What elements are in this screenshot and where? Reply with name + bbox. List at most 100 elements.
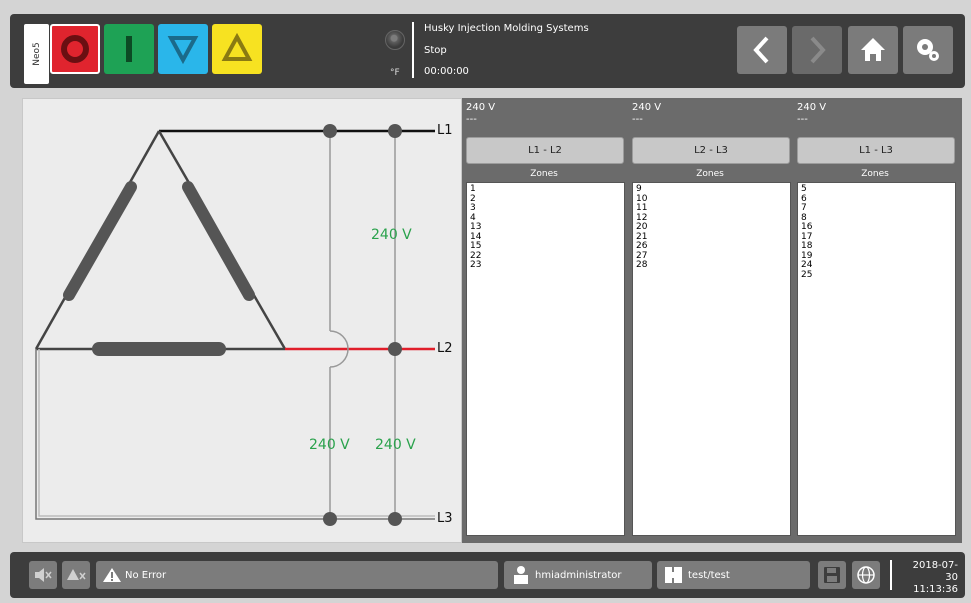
triangle-down-icon	[167, 36, 199, 65]
zone-item[interactable]: 12	[636, 213, 787, 224]
zone-item[interactable]: 26	[636, 241, 787, 252]
zones-label: Zones	[861, 169, 889, 179]
node-l2	[388, 342, 402, 356]
zones-list[interactable]: 9 10 11 12 20 21 26 27 28	[632, 182, 791, 536]
phase-button-l1-l3[interactable]: L1 - L3	[797, 137, 955, 164]
phase-header: 240 V ---	[628, 98, 792, 134]
zone-item[interactable]: 19	[801, 251, 952, 262]
machine-tab[interactable]: Neo5	[24, 24, 49, 84]
zones-list[interactable]: 5 6 7 8 16 17 18 19 24 25	[797, 182, 956, 536]
zone-item[interactable]: 28	[636, 260, 787, 271]
run-button[interactable]	[104, 24, 154, 74]
status-bar: No Error hmiadministrator test/test 2018…	[10, 552, 965, 598]
forward-button[interactable]	[792, 26, 842, 74]
user-icon	[514, 566, 528, 584]
datetime: 2018-07-30 11:13:36	[900, 560, 958, 596]
phase-voltage: 240 V	[632, 102, 662, 113]
zone-item[interactable]: 14	[470, 232, 621, 243]
phase-button-l2-l3[interactable]: L2 - L3	[632, 137, 790, 164]
zone-item[interactable]: 3	[470, 203, 621, 214]
zone-item[interactable]: 18	[801, 241, 952, 252]
zone-item[interactable]: 20	[636, 222, 787, 233]
phase-button-l1-l2[interactable]: L1 - L2	[466, 137, 624, 164]
zone-item[interactable]: 1	[470, 184, 621, 195]
globe-icon	[857, 566, 875, 584]
zone-item[interactable]: 23	[470, 260, 621, 271]
cycle-timer: 00:00:00	[424, 66, 469, 77]
zone-item[interactable]: 22	[470, 251, 621, 262]
temperature-indicator-icon	[385, 30, 405, 50]
zone-item[interactable]: 4	[470, 213, 621, 224]
top-bar: Neo5 °F Husky Injection Molding Systems …	[10, 14, 965, 88]
run-bar-icon	[126, 36, 132, 62]
node-l1-a	[323, 124, 337, 138]
down-button[interactable]	[158, 24, 208, 74]
phase-voltage: 240 V	[797, 102, 827, 113]
wiring-schematic	[34, 124, 435, 526]
zones-list[interactable]: 1 2 3 4 13 14 15 22 23	[466, 182, 625, 536]
phase-header: 240 V ---	[793, 98, 957, 134]
divider	[412, 22, 414, 78]
zone-item[interactable]: 9	[636, 184, 787, 195]
speaker-mute-icon	[35, 568, 52, 582]
zone-item[interactable]: 7	[801, 203, 952, 214]
back-button[interactable]	[737, 26, 787, 74]
line-label-l1: L1	[437, 123, 453, 138]
phase-header: 240 V ---	[462, 98, 626, 134]
mold-name: test/test	[688, 569, 730, 581]
zone-item[interactable]: 13	[470, 222, 621, 233]
zone-item[interactable]: 2	[470, 194, 621, 205]
machine-tab-label: Neo5	[31, 42, 42, 66]
alarm-reset-button[interactable]	[62, 561, 90, 589]
divider	[890, 560, 892, 590]
phase-sub: ---	[466, 114, 477, 125]
alarm-clear-icon	[67, 569, 86, 580]
language-button[interactable]	[852, 561, 880, 589]
settings-button[interactable]	[903, 26, 953, 74]
phase-column: 240 V --- L1 - L3 Zones 5 6 7 8 16 17 18 19 24 25	[793, 98, 957, 543]
zones-label: Zones	[696, 169, 724, 179]
chevron-right-icon	[810, 36, 826, 64]
zone-item[interactable]: 5	[801, 184, 952, 195]
alarm-status-text: No Error	[125, 569, 167, 581]
line-label-l2: L2	[437, 341, 453, 356]
mold-button[interactable]: test/test	[657, 561, 810, 589]
zone-item[interactable]: 6	[801, 194, 952, 205]
zones-label: Zones	[530, 169, 558, 179]
zone-item[interactable]: 15	[470, 241, 621, 252]
alarm-status-bar[interactable]: No Error	[96, 561, 498, 589]
zone-item[interactable]: 24	[801, 260, 952, 271]
zone-item[interactable]: 25	[801, 270, 952, 281]
company-name: Husky Injection Molding Systems	[424, 23, 589, 34]
save-disk-icon	[824, 567, 840, 583]
mold-icon	[665, 567, 682, 583]
stop-button[interactable]	[50, 24, 100, 74]
mute-button[interactable]	[29, 561, 57, 589]
chevron-left-icon	[753, 36, 769, 64]
phase-sub: ---	[797, 114, 808, 125]
temperature-unit: °F	[390, 68, 400, 78]
zone-item[interactable]: 27	[636, 251, 787, 262]
zone-item[interactable]: 21	[636, 232, 787, 243]
date-text: 2018-07-30	[912, 560, 958, 583]
home-icon	[861, 38, 885, 61]
user-name: hmiadministrator	[535, 569, 622, 581]
zone-item[interactable]: 11	[636, 203, 787, 214]
phase-panel: 240 V --- L1 - L2 Zones 1 2 3 4 13 14 15 22 23 2…	[462, 98, 962, 543]
zone-item[interactable]: 10	[636, 194, 787, 205]
gear-icon	[917, 39, 939, 61]
machine-state: Stop	[424, 45, 447, 56]
phase-column: 240 V --- L1 - L2 Zones 1 2 3 4 13 14 15 22 23	[462, 98, 626, 543]
zone-item[interactable]: 8	[801, 213, 952, 224]
warning-icon	[103, 568, 121, 582]
user-button[interactable]: hmiadministrator	[504, 561, 652, 589]
up-button[interactable]	[212, 24, 262, 74]
zone-item[interactable]: 16	[801, 222, 952, 233]
home-button[interactable]	[848, 26, 898, 74]
node-l1-b	[388, 124, 402, 138]
phase-sub: ---	[632, 114, 643, 125]
node-l3-b	[388, 512, 402, 526]
zone-item[interactable]: 17	[801, 232, 952, 243]
stop-circle-icon	[61, 35, 89, 63]
save-button[interactable]	[818, 561, 846, 589]
